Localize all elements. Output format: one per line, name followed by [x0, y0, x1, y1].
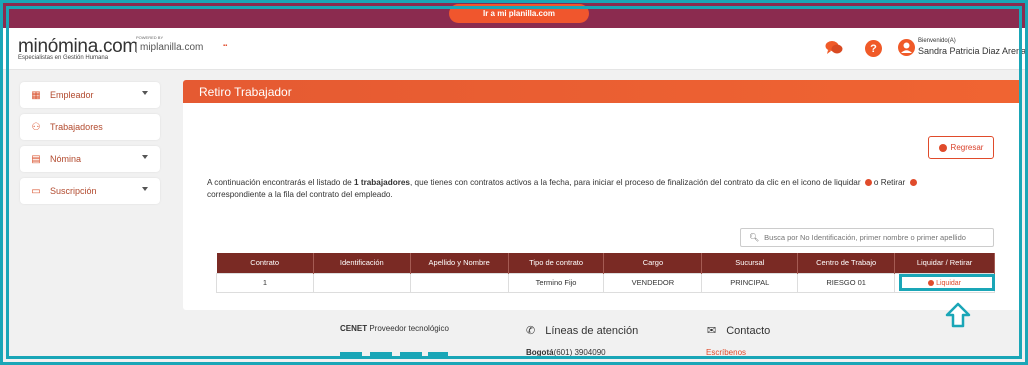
highlight-box	[899, 274, 995, 291]
go-to-miplanilla-button[interactable]: Ir a mi planilla.com	[449, 4, 589, 23]
chevron-down-icon	[142, 91, 148, 95]
column-header[interactable]: Sucursal	[701, 253, 799, 273]
back-arrow-icon	[938, 143, 947, 152]
miplanilla-logo: miplanilla.com	[136, 42, 203, 53]
sidebar-item-label: Trabajadores	[50, 122, 103, 132]
building-icon: ▦	[31, 89, 41, 101]
back-button[interactable]: Regresar	[928, 136, 994, 159]
phone-lines[interactable]: ✆ Líneas de atención	[526, 324, 639, 338]
footer: CENET Proveedor tecnológico ✆ Líneas de …	[0, 315, 1028, 365]
intro-text-4: correspondiente a la fila del contrato d…	[207, 190, 393, 199]
intro-text-1: A continuación encontrarás el listado de	[207, 178, 355, 187]
intro-text-3: o Retirar	[873, 178, 906, 187]
sidebar-item-suscripcion[interactable]: ▭ Suscripción	[20, 178, 160, 204]
table-cell	[312, 272, 411, 293]
search-input[interactable]	[764, 233, 985, 242]
help-icon[interactable]: ?	[865, 40, 882, 57]
back-button-label: Regresar	[950, 143, 984, 152]
chevron-down-icon	[142, 187, 148, 191]
table-cell: 1	[216, 272, 314, 293]
cenet-provider: CENET Proveedor tecnológico	[340, 324, 449, 333]
sidebar-item-trabajadores[interactable]: ⚇ Trabajadores	[20, 114, 160, 140]
flag-icon: ▪▪	[223, 43, 228, 49]
escribenos-link[interactable]: Escríbenos	[706, 348, 746, 357]
table-row: 1 Termino Fijo VENDEDOR PRINCIPAL RIESGO…	[216, 272, 995, 293]
plan-logo	[340, 346, 450, 360]
column-header[interactable]: Cargo	[603, 253, 703, 273]
mail-icon: ✉	[707, 325, 717, 337]
sidebar-item-empleador[interactable]: ▦ Empleador	[20, 82, 160, 108]
arrow-up-icon	[945, 302, 971, 333]
sidebar-item-label: Nómina	[50, 154, 82, 164]
table-header-row: Contrato Identificación Apellido y Nombr…	[216, 253, 995, 273]
column-header[interactable]: Identificación	[313, 253, 411, 273]
logo-tagline: Especialistas en Gestión Humana	[18, 55, 109, 61]
bogota-phone: Bogotá(601) 3904090	[526, 348, 606, 357]
search-icon: 🔍︎	[749, 233, 760, 242]
bogota-number: (601) 3904090	[553, 348, 606, 357]
page-title: Retiro Trabajador	[183, 80, 1022, 103]
user-name[interactable]: Sandra Patricia Diaz Arenas	[918, 46, 1028, 56]
users-icon: ⚇	[31, 121, 41, 133]
workers-table: Contrato Identificación Apellido y Nombr…	[216, 253, 995, 293]
table-cell	[409, 272, 509, 293]
user-avatar-icon[interactable]	[898, 39, 915, 56]
column-header[interactable]: Contrato	[216, 253, 314, 273]
table-cell: VENDEDOR	[603, 272, 703, 293]
sidebar-item-nomina[interactable]: ▤ Nómina	[20, 146, 160, 172]
table-cell: PRINCIPAL	[701, 272, 799, 293]
contact-link[interactable]: ✉ Contacto	[707, 324, 771, 338]
worker-count: 1 trabajadores	[354, 178, 410, 187]
welcome-label: Bienvenido(A)	[918, 38, 956, 44]
contact-label: Contacto	[726, 324, 771, 337]
cenet-name: CENET	[340, 324, 368, 333]
chevron-down-icon	[142, 155, 148, 159]
cenet-desc: Proveedor tecnológico	[367, 324, 449, 333]
liquidar-icon	[864, 179, 872, 186]
powered-by-label: POWERED BY	[136, 35, 164, 40]
document-icon: ▤	[31, 153, 41, 165]
sidebar-item-label: Suscripción	[50, 186, 97, 196]
phone-icon: ✆	[526, 325, 536, 337]
bogota-city: Bogotá	[526, 348, 554, 357]
sidebar-item-label: Empleador	[50, 90, 94, 100]
phone-lines-label: Líneas de atención	[545, 324, 639, 337]
table-cell: Termino Fijo	[507, 272, 605, 293]
column-header[interactable]: Liquidar / Retirar	[894, 253, 995, 273]
card-icon: ▭	[31, 185, 41, 197]
column-header[interactable]: Centro de Trabajo	[797, 253, 896, 273]
app-header: minómina.com Especialistas en Gestión Hu…	[0, 28, 1028, 70]
instructions-text: A continuación encontrarás el listado de…	[207, 177, 987, 201]
top-bar: Ir a mi planilla.com	[0, 0, 1028, 28]
column-header[interactable]: Apellido y Nombre	[410, 253, 509, 273]
search-box[interactable]: 🔍︎	[740, 228, 994, 247]
intro-text-2: , que tienes con contratos activos a la …	[410, 178, 861, 187]
table-cell: RIESGO 01	[797, 272, 896, 293]
column-header[interactable]: Tipo de contrato	[508, 253, 605, 273]
retirar-icon	[909, 179, 917, 186]
chat-icon[interactable]	[825, 40, 843, 57]
